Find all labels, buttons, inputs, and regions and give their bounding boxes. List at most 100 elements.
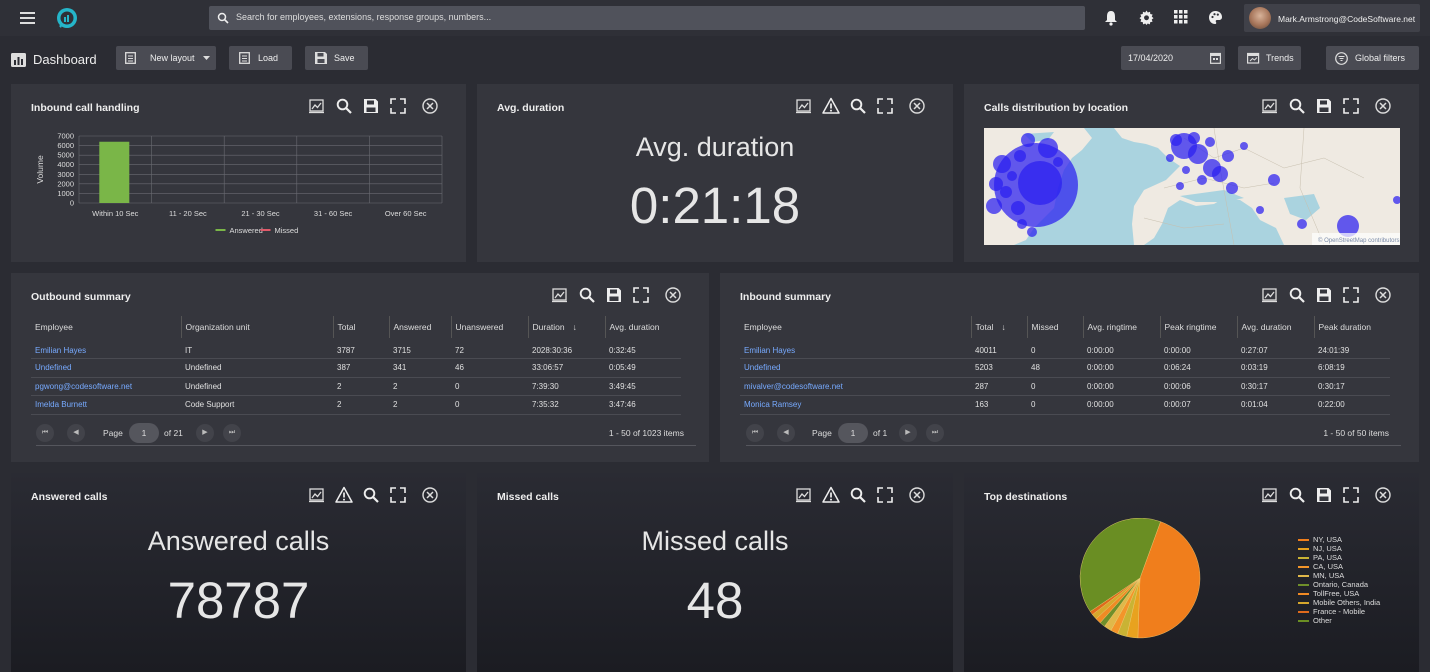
save-icon[interactable]	[1315, 486, 1333, 504]
next-page-icon[interactable]: ▶	[196, 424, 214, 442]
table-row[interactable]: Emilian Hayes IT 3787 3715 72 2028:30:36 0:32:…	[31, 340, 681, 359]
fullscreen-icon[interactable]	[876, 97, 894, 115]
close-widget-icon[interactable]	[908, 97, 926, 115]
employee-link[interactable]: Undefined	[31, 358, 181, 378]
close-widget-icon[interactable]	[1374, 97, 1392, 115]
chart-view-icon[interactable]	[795, 97, 813, 115]
fullscreen-icon[interactable]	[1342, 486, 1360, 504]
employee-link[interactable]: Monica Ramsey	[740, 395, 971, 415]
search-icon[interactable]	[362, 486, 380, 504]
column-header[interactable]: Unanswered	[450, 316, 528, 340]
table-row[interactable]: Monica Ramsey 163 0 0:00:00 0:00:07 0:01:04 0:…	[740, 395, 1390, 415]
save-icon[interactable]	[1315, 286, 1333, 304]
first-page-icon[interactable]: ⏮	[746, 424, 764, 442]
search-icon[interactable]	[335, 97, 353, 115]
close-widget-icon[interactable]	[908, 486, 926, 504]
close-widget-icon[interactable]	[421, 97, 439, 115]
location-map[interactable]: © OpenStreetMap contributors	[984, 128, 1400, 245]
calendar-icon[interactable]	[1210, 52, 1221, 64]
fullscreen-icon[interactable]	[876, 486, 894, 504]
chart-view-icon[interactable]	[308, 97, 326, 115]
close-widget-icon[interactable]	[664, 286, 682, 304]
column-header[interactable]: Avg. ringtime	[1082, 316, 1160, 340]
table-row[interactable]: Imelda Burnett Code Support 2 2 0 7:35:32 3:47…	[31, 395, 681, 415]
save-icon[interactable]	[362, 97, 380, 115]
legend-item[interactable]: Mobile Others, India	[1298, 598, 1380, 607]
warning-icon[interactable]	[822, 97, 840, 115]
search-icon[interactable]	[849, 486, 867, 504]
column-header[interactable]: Avg. duration	[604, 316, 681, 340]
warning-icon[interactable]	[822, 486, 840, 504]
search-icon[interactable]	[1288, 286, 1306, 304]
user-menu[interactable]: Mark.Armstrong@CodeSoftware.net	[1244, 4, 1420, 32]
search-icon[interactable]	[849, 97, 867, 115]
column-header[interactable]: Peak duration	[1313, 316, 1390, 340]
search-icon[interactable]	[578, 286, 596, 304]
table-row[interactable]: Emilian Hayes 40011 0 0:00:00 0:00:00 0:27:07…	[740, 340, 1390, 359]
employee-link[interactable]: pgwong@codesoftware.net	[31, 377, 181, 396]
global-search-input[interactable]: Search for employees, extensions, respon…	[209, 6, 1085, 30]
employee-link[interactable]: mivalver@codesoftware.net	[740, 377, 971, 396]
last-page-icon[interactable]: ⏭	[223, 424, 241, 442]
page-number-input[interactable]: 1	[838, 423, 868, 443]
column-header-sorted[interactable]: Duration ↓	[527, 316, 605, 340]
theme-palette-icon[interactable]	[1208, 10, 1223, 25]
legend-item[interactable]: TollFree, USA	[1298, 589, 1359, 598]
notifications-bell-icon[interactable]	[1104, 10, 1118, 26]
employee-link[interactable]: Undefined	[740, 358, 971, 378]
apps-grid-icon[interactable]	[1174, 10, 1188, 24]
save-icon[interactable]	[1315, 97, 1333, 115]
legend-item[interactable]: NJ, USA	[1298, 544, 1342, 553]
app-logo-icon[interactable]	[55, 6, 79, 30]
last-page-icon[interactable]: ⏭	[926, 424, 944, 442]
legend-label[interactable]: Missed	[275, 226, 299, 235]
employee-link[interactable]: Emilian Hayes	[740, 340, 971, 359]
prev-page-icon[interactable]: ◀	[67, 424, 85, 442]
legend-label[interactable]: Answered	[230, 226, 263, 235]
column-header[interactable]: Avg. duration	[1236, 316, 1314, 340]
legend-item[interactable]: France - Mobile	[1298, 607, 1365, 616]
trends-button[interactable]: Trends	[1238, 46, 1301, 70]
table-row[interactable]: mivalver@codesoftware.net 287 0 0:00:00 0:00…	[740, 377, 1390, 396]
new-layout-dropdown[interactable]: New layout	[116, 46, 216, 70]
load-button[interactable]: Load	[229, 46, 292, 70]
legend-item[interactable]: PA, USA	[1298, 553, 1342, 562]
column-header[interactable]: Employee	[31, 316, 181, 340]
chart-view-icon[interactable]	[795, 486, 813, 504]
column-header[interactable]: Missed	[1026, 316, 1083, 340]
column-header[interactable]: Total	[332, 316, 389, 340]
legend-item[interactable]: NY, USA	[1298, 535, 1342, 544]
warning-icon[interactable]	[335, 486, 353, 504]
page-number-input[interactable]: 1	[129, 423, 159, 443]
table-row[interactable]: pgwong@codesoftware.net Undefined 2 2 0 7:39:…	[31, 377, 681, 396]
fullscreen-icon[interactable]	[389, 97, 407, 115]
fullscreen-icon[interactable]	[1342, 97, 1360, 115]
fullscreen-icon[interactable]	[632, 286, 650, 304]
table-row[interactable]: Undefined 5203 48 0:00:00 0:06:24 0:03:19 6:08…	[740, 358, 1390, 378]
chart-view-icon[interactable]	[1261, 486, 1279, 504]
chart-view-icon[interactable]	[551, 286, 569, 304]
global-filters-button[interactable]: Global filters	[1326, 46, 1419, 70]
employee-link[interactable]: Imelda Burnett	[31, 395, 181, 415]
search-icon[interactable]	[1288, 486, 1306, 504]
settings-gear-icon[interactable]	[1139, 10, 1154, 25]
table-row[interactable]: Undefined Undefined 387 341 46 33:06:57 0:05:4…	[31, 358, 681, 378]
fullscreen-icon[interactable]	[389, 486, 407, 504]
column-header[interactable]: Employee	[740, 316, 971, 340]
chart-view-icon[interactable]	[1261, 286, 1279, 304]
search-icon[interactable]	[1288, 97, 1306, 115]
next-page-icon[interactable]: ▶	[899, 424, 917, 442]
column-header[interactable]: Answered	[388, 316, 451, 340]
date-picker[interactable]: 17/04/2020	[1121, 46, 1225, 70]
prev-page-icon[interactable]: ◀	[777, 424, 795, 442]
fullscreen-icon[interactable]	[1342, 286, 1360, 304]
chart-view-icon[interactable]	[308, 486, 326, 504]
close-widget-icon[interactable]	[1374, 286, 1392, 304]
close-widget-icon[interactable]	[1374, 486, 1392, 504]
hamburger-menu-icon[interactable]	[20, 11, 36, 25]
save-icon[interactable]	[605, 286, 623, 304]
column-header-sorted[interactable]: Total ↓	[970, 316, 1027, 340]
chart-view-icon[interactable]	[1261, 97, 1279, 115]
legend-item[interactable]: MN, USA	[1298, 571, 1344, 580]
first-page-icon[interactable]: ⏮	[36, 424, 54, 442]
